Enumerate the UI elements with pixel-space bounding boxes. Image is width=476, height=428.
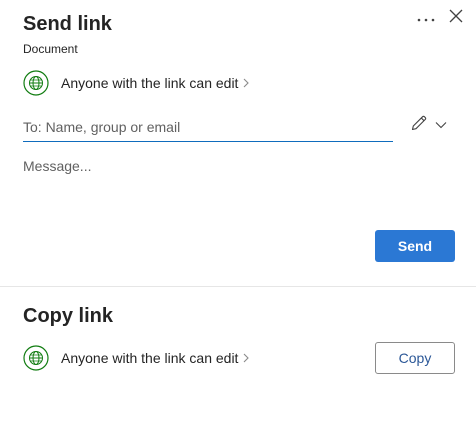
copy-link-permission-setting[interactable]: Anyone with the link can edit [23,345,250,371]
chevron-down-icon [435,116,447,134]
recipient-permission-dropdown[interactable] [433,117,449,133]
send-button[interactable]: Send [375,230,455,262]
close-icon [449,9,463,28]
chevron-right-icon [243,353,250,363]
close-button[interactable] [444,6,468,30]
pencil-icon [410,114,428,137]
send-link-title: Send link [23,13,112,35]
globe-icon [23,70,49,96]
message-input[interactable] [23,158,453,218]
more-options-icon [417,9,435,27]
send-link-permission-setting[interactable]: Anyone with the link can edit [23,70,250,96]
send-link-permission-text: Anyone with the link can edit [61,75,239,91]
share-dialog: Send link Document Anyone with the link … [0,0,476,428]
recipient-permission-button[interactable] [408,114,430,136]
document-type-label: Document [23,42,78,56]
section-divider [0,286,476,287]
copy-button[interactable]: Copy [375,342,455,374]
recipients-input[interactable] [23,113,393,142]
copy-link-title: Copy link [23,305,114,327]
chevron-right-icon [243,78,250,88]
globe-icon [23,345,49,371]
more-options-button[interactable] [414,8,438,28]
copy-link-permission-text: Anyone with the link can edit [61,350,239,366]
